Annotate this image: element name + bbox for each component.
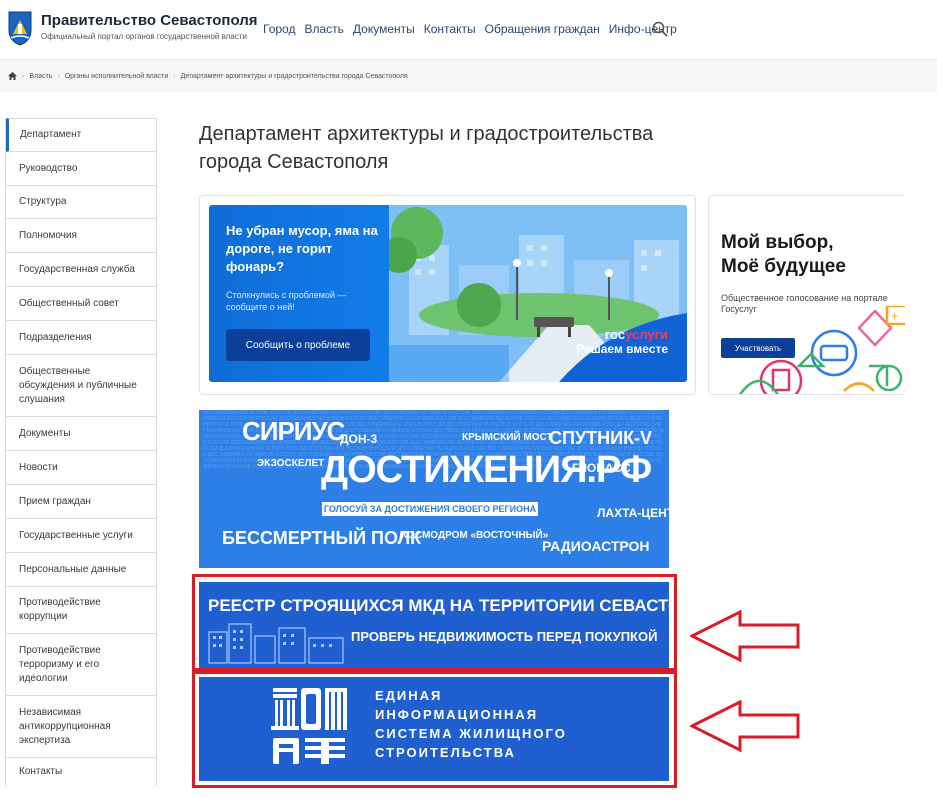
- sidebar-item-public-services[interactable]: Государственные услуги: [6, 519, 156, 553]
- breadcrumb-separator: ›: [22, 72, 25, 80]
- sidebar-item-reception[interactable]: Прием граждан: [6, 485, 156, 519]
- sidebar-item-anti-corruption[interactable]: Противодействие коррупции: [6, 587, 156, 634]
- page-title: Департамент архитектуры и градостроитель…: [199, 123, 654, 173]
- gosuslugi-logo-gos: гос: [604, 327, 626, 342]
- nav-item-government[interactable]: Власть: [304, 22, 343, 36]
- report-problem-button[interactable]: Сообщить о проблеме: [226, 329, 370, 361]
- word-sirius: СИРИУС: [242, 416, 345, 446]
- word-don3: ДОН-3: [340, 432, 378, 446]
- search-icon[interactable]: [652, 21, 668, 37]
- achievements-slogan: ГОЛОСУЙ ЗА ДОСТИЖЕНИЯ СВОЕГО РЕГИОНА: [322, 502, 538, 516]
- nav-item-citizen-appeals[interactable]: Обращения граждан: [485, 22, 600, 36]
- site-header: Правительство Севастополя Официальный по…: [0, 0, 937, 60]
- word-dostizheniya-rf: ДОСТИЖЕНИЯ.РФ: [321, 449, 652, 491]
- site-subtitle: Официальный портал органов государственн…: [41, 32, 247, 41]
- sidebar-item-civil-service[interactable]: Государственная служба: [6, 253, 156, 287]
- word-vostochny-cosmodrome: КОСМОДРОМ «ВОСТОЧНЫЙ»: [401, 530, 549, 541]
- highlight-frame-registry: [192, 574, 677, 671]
- gosuslugi-tagline: Решаем вместе: [576, 342, 668, 356]
- breadcrumb-item-government[interactable]: Власть: [29, 73, 52, 80]
- sevastopol-coat-of-arms-icon[interactable]: [7, 10, 33, 46]
- sidebar-item-public-council[interactable]: Общественный совет: [6, 287, 156, 321]
- svg-text:+: +: [891, 309, 898, 323]
- word-crimean-bridge: КРЫМСКИЙ МОСТ: [462, 432, 553, 443]
- sidebar-item-documents[interactable]: Документы: [6, 417, 156, 451]
- vote-decorative-icons: +: [739, 306, 905, 394]
- highlight-frame-dom-rf: [192, 671, 677, 788]
- breadcrumb-item-executive-bodies[interactable]: Органы исполнительной власти: [65, 73, 169, 80]
- sidebar-item-public-hearings[interactable]: Общественные обсуждения и публичные слуш…: [6, 355, 156, 417]
- word-lakhta-center: ЛАХТА-ЦЕНТР: [597, 506, 669, 520]
- word-radioastron: РАДИОАСТРОН: [542, 538, 650, 554]
- sidebar-item-divisions[interactable]: Подразделения: [6, 321, 156, 355]
- gosuslugi-text: Столкнулись с проблемой — сообщите о ней…: [226, 290, 347, 312]
- sidebar-item-contacts[interactable]: Контакты: [6, 758, 156, 786]
- left-arrow-icon: [690, 610, 800, 662]
- breadcrumb-separator: ›: [173, 72, 176, 80]
- sidebar-item-structure[interactable]: Структура: [6, 186, 156, 219]
- vote-title: Мой выбор, Моё будущее: [721, 231, 846, 279]
- gosuslugi-headline: Не убран мусор, яма на дороге, не горит …: [226, 223, 378, 274]
- vote-title-line-1: Мой выбор,: [721, 232, 834, 253]
- breadcrumb-separator: ›: [57, 72, 60, 80]
- sidebar-item-powers[interactable]: Полномочия: [6, 219, 156, 253]
- left-arrow-icon: [690, 700, 800, 752]
- nav-item-documents[interactable]: Документы: [353, 22, 415, 36]
- nav-item-city[interactable]: Город: [263, 22, 295, 36]
- gosuslugi-banner-card[interactable]: Не убран мусор, яма на дороге, не горит …: [199, 195, 696, 395]
- site-title[interactable]: Правительство Севастополя: [41, 12, 258, 29]
- gosuslugi-banner[interactable]: Не убран мусор, яма на дороге, не горит …: [209, 205, 687, 382]
- achievements-rf-banner[interactable]: ДОСТИЖЕНИЯ РЕГИОНОВ РОССИИ ДОСТИЖЕНИЯ РЕ…: [199, 410, 669, 568]
- sidebar-item-independent-expertise[interactable]: Независимая антикоррупционная экспертиза: [6, 696, 156, 758]
- word-exoskeleton: ЭКЗОСКЕЛЕТ: [257, 458, 325, 469]
- gosuslugi-logo-uslugi: услуги: [625, 327, 668, 342]
- main-nav: Город Власть Документы Контакты Обращени…: [263, 22, 677, 36]
- vote-title-line-2: Моё будущее: [721, 256, 846, 277]
- sidebar-item-personal-data[interactable]: Персональные данные: [6, 553, 156, 587]
- sidebar-item-department[interactable]: Департамент: [6, 118, 156, 152]
- sidebar-item-news[interactable]: Новости: [6, 451, 156, 485]
- sidebar-nav: Департамент Руководство Структура Полном…: [5, 118, 157, 786]
- sidebar-item-leadership[interactable]: Руководство: [6, 152, 156, 186]
- public-vote-banner[interactable]: Мой выбор, Моё будущее Общественное голо…: [708, 195, 905, 395]
- breadcrumb: › Власть › Органы исполнительной власти …: [0, 60, 937, 92]
- nav-item-contacts[interactable]: Контакты: [424, 22, 476, 36]
- home-icon[interactable]: [8, 72, 17, 80]
- breadcrumb-item-current: Департамент архитектуры и градостроитель…: [180, 72, 408, 80]
- word-sputnik-v: СПУТНИК-V: [549, 428, 653, 448]
- gosuslugi-logo: госуслуги Решаем вместе: [576, 327, 668, 356]
- sidebar-item-anti-terrorism[interactable]: Противодействие терроризму и его идеолог…: [6, 634, 156, 696]
- word-immortal-regiment: БЕССМЕРТНЫЙ ПОЛК: [222, 528, 422, 548]
